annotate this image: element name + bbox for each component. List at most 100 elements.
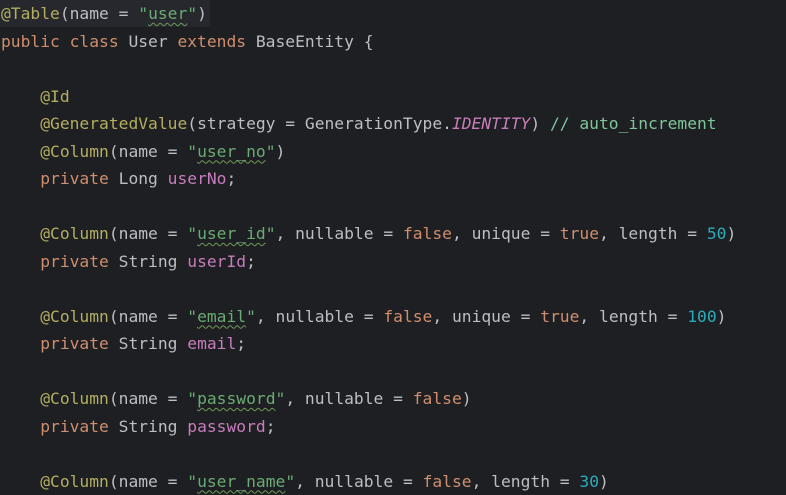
code-line[interactable]: private String password; <box>1 413 786 440</box>
code-token: private <box>40 251 119 271</box>
code-token: userNo <box>167 169 227 188</box>
code-token: (name = <box>108 224 188 243</box>
code-token: (strategy = GenerationType. <box>187 114 452 133</box>
code-token: " <box>187 141 198 161</box>
code-token: private <box>40 416 119 436</box>
code-line[interactable] <box>1 358 786 385</box>
code-token: true <box>540 306 580 326</box>
code-token: ) <box>275 141 286 161</box>
code-token: BaseEntity { <box>255 31 374 51</box>
code-token: 50 <box>706 224 727 243</box>
code-line[interactable]: @Column(name = "user_name", nullable = f… <box>1 468 786 495</box>
code-line[interactable]: @GeneratedValue(strategy = GenerationTyp… <box>1 110 786 137</box>
code-token: " <box>187 306 198 326</box>
code-token: false <box>422 471 472 491</box>
code-token: password <box>197 389 276 408</box>
code-token: 100 <box>687 306 717 326</box>
code-token: @GeneratedValue <box>40 114 188 133</box>
code-token: , nullable = <box>285 389 413 408</box>
code-token: " <box>246 306 256 326</box>
code-token: " <box>187 471 198 491</box>
code-token: userId <box>187 251 247 271</box>
code-token: ; <box>226 169 237 188</box>
code-token: email <box>187 334 237 353</box>
code-line[interactable]: @Column(name = "password", nullable = fa… <box>1 385 786 412</box>
code-token: , length = <box>579 306 688 326</box>
code-line[interactable]: @Table(name = "user") <box>1 0 786 27</box>
code-token: ) <box>599 471 609 491</box>
code-token: user_name <box>197 471 286 491</box>
code-token: , unique = <box>451 224 560 243</box>
code-line[interactable]: @Column(name = "email", nullable = false… <box>1 303 786 330</box>
code-token: " <box>187 389 198 408</box>
code-token: password <box>187 416 266 436</box>
code-token: @Id <box>40 86 70 106</box>
code-token: @Column <box>40 141 109 161</box>
code-token: , length = <box>471 471 580 491</box>
code-token: @Column <box>40 471 109 491</box>
code-token: (name = <box>108 389 188 408</box>
code-token: extends <box>177 31 256 51</box>
code-token: // auto_increment <box>549 114 717 133</box>
code-line[interactable]: @Column(name = "user_id", nullable = fal… <box>1 220 786 247</box>
code-token: (name = <box>108 141 188 161</box>
code-token: ; <box>236 334 247 353</box>
code-line[interactable] <box>1 440 786 467</box>
code-token: @Column <box>40 224 109 243</box>
code-token: , nullable = <box>255 306 384 326</box>
code-token: " <box>265 141 276 161</box>
code-token: ) <box>197 4 207 23</box>
code-line[interactable]: private String userId; <box>1 248 786 275</box>
code-line[interactable] <box>1 193 786 220</box>
code-token: String <box>118 416 188 436</box>
code-token: , nullable = <box>295 471 423 491</box>
code-token: user_id <box>197 224 266 243</box>
code-token: , length = <box>599 224 707 243</box>
code-token: String <box>118 251 188 271</box>
code-line[interactable]: private Long userNo; <box>1 165 786 192</box>
code-token: ) <box>461 389 472 408</box>
code-token: false <box>402 224 452 243</box>
code-token: , nullable = <box>275 224 403 243</box>
code-token: false <box>383 306 433 326</box>
code-token: IDENTITY <box>451 114 531 133</box>
code-token: , unique = <box>432 306 541 326</box>
code-line[interactable]: private String email; <box>1 330 786 357</box>
code-token: user <box>148 4 188 23</box>
code-line[interactable]: @Column(name = "user_no") <box>1 138 786 165</box>
code-token: " <box>285 471 296 491</box>
code-token: true <box>559 224 600 243</box>
code-token: " <box>275 389 286 408</box>
code-token: String <box>118 334 188 353</box>
code-token: " <box>138 4 149 23</box>
code-token: Long <box>118 169 168 188</box>
code-editor[interactable]: @Table(name = "user") public class User e… <box>0 0 786 495</box>
code-token: false <box>412 389 462 408</box>
code-token: @Column <box>40 306 109 326</box>
code-line[interactable]: @Id <box>1 83 786 110</box>
code-token: ) <box>716 306 727 326</box>
code-line[interactable]: public class User extends BaseEntity { <box>1 28 786 55</box>
code-token: @Table <box>1 4 60 23</box>
code-token: @Column <box>40 389 109 408</box>
code-line[interactable] <box>1 55 786 82</box>
code-token: User <box>128 31 178 51</box>
code-token: user_no <box>197 141 266 161</box>
code-token: 30 <box>579 471 600 491</box>
code-token: (name = <box>108 306 188 326</box>
code-line[interactable] <box>1 275 786 302</box>
code-token: " <box>187 224 198 243</box>
code-token: email <box>197 306 247 326</box>
code-token: private <box>40 334 119 353</box>
code-token: " <box>265 224 276 243</box>
code-token: ) <box>530 114 550 133</box>
